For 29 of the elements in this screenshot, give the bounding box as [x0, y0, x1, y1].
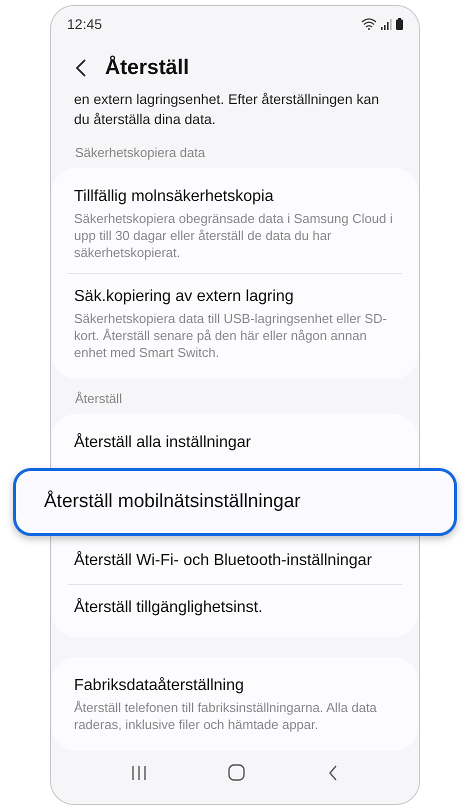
item-title: Återställ Wi-Fi- och Bluetooth-inställningar — [74, 550, 373, 571]
back-icon[interactable] — [328, 764, 338, 780]
item-title: Återställ mobilnätsinställningar — [44, 491, 302, 513]
settings-item[interactable]: Fabriksdataåterställning Återställ telefonen till fabriksinställningarna. Alla data raderas, inklusive filer och hämtade appar. — [52, 663, 418, 745]
item-description: Säkerhetskopiera data till USB-lagringsenhet eller SD-kort. Återställ senare på den här eller någon annan enhet med Smart Switch. — [74, 310, 388, 361]
signal-icon — [381, 18, 392, 30]
item-description: Säkerhetskopiera obegränsade data i Samsung Cloud i upp till 30 dagar eller återställ de data du har säkerhetskopierat. — [74, 210, 394, 261]
item-title: Återställ alla inställningar — [74, 432, 252, 453]
status-time: 12:45 — [67, 16, 102, 32]
item-description: Återställ telefonen till fabriksinställningarna. Alla data raderas, inklusive filer och hämtade appar. — [74, 699, 378, 733]
item-title: Återställ tillgänglighetsinst. — [74, 597, 264, 618]
section-header: Återställ — [74, 390, 123, 408]
description-text: en extern lagringsenhet. Efter återställningen kan du återställa dina data. — [74, 90, 380, 129]
settings-item[interactable]: Säk.kopiering av extern lagring Säkerhetskopiera data till USB-lagringsenhet eller SD-kort. Återställ senare på den här eller någon annan enhet med Smart Switch. — [68, 273, 402, 373]
section-header: Säkerhetskopiera data — [74, 144, 206, 162]
item-title: Fabriksdataåterställning — [74, 676, 245, 696]
settings-item[interactable]: Återställ Wi-Fi- och Bluetooth-inställningar — [52, 538, 418, 584]
back-button[interactable] — [75, 58, 87, 78]
page-title: Återställ — [105, 56, 190, 80]
battery-icon — [396, 18, 403, 30]
recent-apps-icon[interactable] — [132, 764, 146, 780]
settings-item[interactable]: Tillfällig molnsäkerhetskopia Säkerhetskopiera obegränsade data i Samsung Cloud i upp till 30 dagar eller återställ de data du har säkerhetskopierat. — [52, 174, 418, 273]
wifi-icon — [361, 18, 377, 30]
item-title: Tillfällig molnsäkerhetskopia — [74, 187, 274, 207]
item-title: Säk.kopiering av extern lagring — [74, 287, 295, 307]
settings-item[interactable]: Återställ alla inställningar — [52, 420, 418, 466]
home-icon[interactable] — [228, 764, 246, 781]
settings-item[interactable]: Återställ tillgänglighetsinst. — [68, 584, 402, 631]
highlighted-setting[interactable]: Återställ mobilnätsinställningar — [13, 468, 457, 536]
